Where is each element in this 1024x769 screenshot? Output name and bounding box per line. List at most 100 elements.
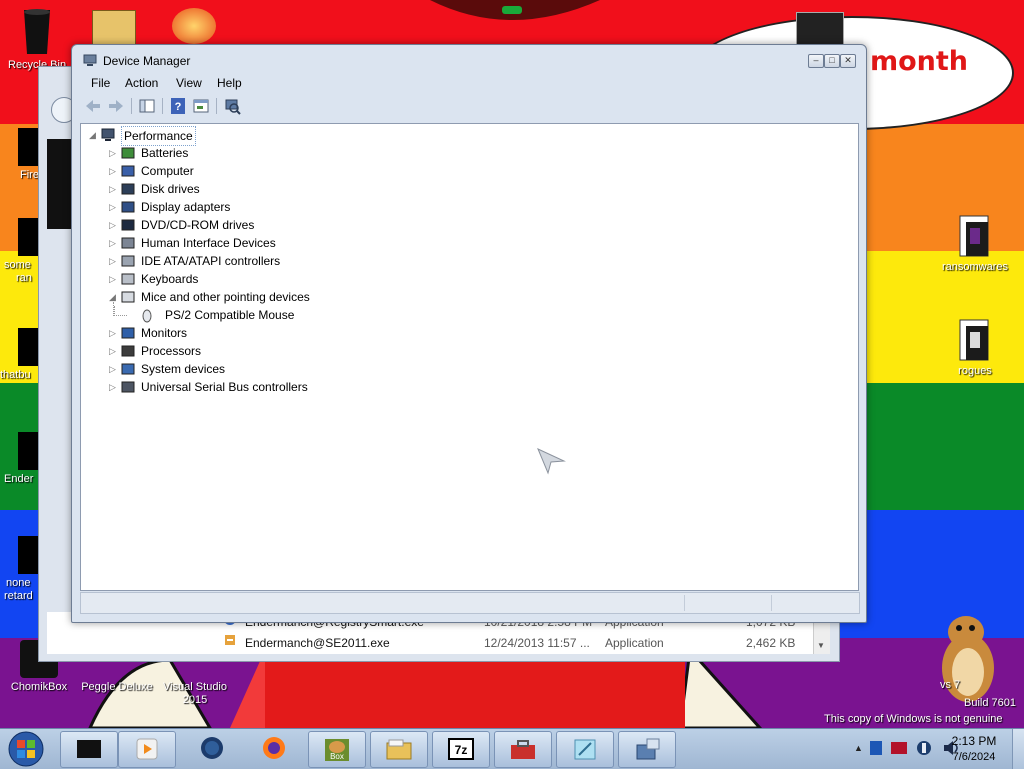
explorer-folder-icon — [386, 739, 412, 760]
watermark-not-genuine: This copy of Windows is not genuine — [824, 713, 1003, 725]
expand-arrow-icon[interactable]: ▷ — [109, 234, 119, 252]
menu-action[interactable]: Action — [125, 76, 158, 90]
application-icon — [225, 635, 235, 645]
menu-file[interactable]: File — [91, 76, 110, 90]
display-adapter-icon — [121, 201, 135, 213]
tree-category-label: Computer — [141, 164, 194, 178]
taskbar-app-globe[interactable] — [184, 731, 240, 766]
document-icon[interactable] — [796, 12, 844, 48]
tree-category-label: Disk drives — [141, 182, 200, 196]
taskbar-app-notepad[interactable] — [556, 731, 614, 768]
mouse-device-icon — [142, 309, 152, 323]
taskbar-app-7zip[interactable]: 7z — [432, 731, 490, 768]
scroll-down-icon[interactable]: ▼ — [817, 641, 825, 650]
device-manager-window[interactable]: Device Manager – □ ✕ File Action View He… — [71, 44, 867, 623]
expand-arrow-icon[interactable]: ▷ — [109, 252, 119, 270]
menu-view[interactable]: View — [176, 76, 202, 90]
network-icon[interactable] — [916, 739, 932, 757]
desktop-icon-rogues[interactable]: rogues — [934, 318, 1016, 378]
help-icon[interactable]: ? — [169, 97, 187, 115]
show-hidden-icons-icon[interactable]: ▲ — [854, 743, 863, 753]
chomikbox-icon: Box — [325, 739, 349, 761]
desktop-icon-label: Peggle Deluxe — [81, 681, 153, 693]
start-button[interactable] — [6, 731, 46, 767]
status-bar — [80, 592, 860, 614]
menu-bar: File Action View Help — [80, 73, 858, 93]
tree-category-label: Display adapters — [141, 200, 231, 214]
file-name: Endermanch@SE2011.exe — [245, 636, 390, 650]
minimize-button[interactable]: – — [808, 54, 824, 68]
expand-arrow-icon[interactable]: ▷ — [109, 144, 119, 162]
computer-root-icon — [101, 128, 115, 141]
clock-time[interactable]: 2:13 PM — [948, 734, 1000, 748]
tray-flag-icon[interactable] — [890, 741, 908, 755]
status-divider — [771, 595, 772, 611]
expand-arrow-icon[interactable]: ▷ — [109, 378, 119, 396]
tree-category-label: Universal Serial Bus controllers — [141, 380, 308, 394]
expand-arrow-icon[interactable]: ▷ — [109, 216, 119, 234]
taskbar-app-chomikbox[interactable]: Box — [308, 731, 366, 768]
speech-bubble-text: month — [870, 46, 969, 77]
taskbar-app-terminal[interactable] — [60, 731, 118, 768]
terminal-icon — [77, 740, 101, 758]
tree-connector — [114, 306, 127, 316]
tree-category-label: Keyboards — [141, 272, 199, 286]
mouse-pointer-icon — [537, 448, 566, 475]
show-desktop-button[interactable] — [1012, 729, 1024, 769]
close-button[interactable]: ✕ — [840, 54, 856, 68]
folder-icon[interactable] — [92, 10, 136, 46]
toolbar-separator — [216, 98, 217, 114]
properties-icon[interactable] — [192, 97, 210, 115]
file-date: 12/24/2013 11:57 ... — [484, 636, 590, 650]
network-installer-icon — [636, 738, 660, 760]
computer-icon — [121, 165, 135, 177]
globe-icon — [201, 737, 223, 759]
firefox-icon[interactable] — [172, 8, 216, 44]
menu-help[interactable]: Help — [217, 76, 242, 90]
expand-arrow-icon[interactable]: ▷ — [109, 324, 119, 342]
expand-arrow-icon[interactable]: ◢ — [89, 126, 99, 144]
taskbar-app-toolbox[interactable] — [494, 731, 552, 768]
media-player-icon — [136, 738, 158, 760]
tree-connector — [113, 302, 115, 316]
seven-zip-icon: 7z — [448, 738, 474, 760]
clock-date[interactable]: 7/6/2024 — [948, 751, 1000, 763]
status-divider — [684, 595, 685, 611]
desktop-icon-recycle-bin[interactable]: Recycle Bin — [0, 6, 74, 72]
expand-arrow-icon[interactable]: ▷ — [109, 270, 119, 288]
back-arrow-icon[interactable] — [84, 97, 102, 115]
expand-arrow-icon[interactable]: ▷ — [109, 162, 119, 180]
tree-category-label: Human Interface Devices — [141, 236, 276, 250]
file-row[interactable]: Endermanch@SE2011.exe 12/24/2013 11:57 .… — [223, 633, 795, 653]
tree-category-label: Monitors — [141, 326, 188, 340]
device-tree[interactable]: ◢ Performance ▷ Batteries ▷ Computer ▷ Disk d… — [80, 123, 859, 591]
tree-device-label: PS/2 Compatible Mouse — [165, 308, 295, 322]
device-manager-icon — [83, 54, 97, 66]
expand-arrow-icon[interactable]: ▷ — [109, 342, 119, 360]
desktop-icon-ransomwares[interactable]: ransomwares — [934, 214, 1016, 274]
expand-arrow-icon[interactable]: ▷ — [109, 198, 119, 216]
seven-zip-label: 7z — [455, 743, 468, 757]
forward-arrow-icon[interactable] — [107, 97, 125, 115]
taskbar-app-firefox[interactable] — [246, 731, 302, 766]
system-devices-icon — [121, 363, 135, 375]
taskbar-app-explorer[interactable] — [370, 731, 428, 768]
recycle-bin-icon — [24, 9, 50, 54]
maximize-button[interactable]: □ — [824, 54, 840, 68]
expand-arrow-icon[interactable]: ▷ — [109, 180, 119, 198]
expand-arrow-icon[interactable]: ▷ — [109, 360, 119, 378]
tree-category-label: Batteries — [141, 146, 189, 160]
desktop-icon-label: rogues — [958, 365, 992, 377]
taskbar-app-media-player[interactable] — [118, 731, 176, 768]
title-bar[interactable]: Device Manager – □ ✕ — [72, 45, 866, 73]
ide-controller-icon — [121, 255, 135, 267]
battery-icon — [121, 147, 135, 159]
desktop-icon-label: ChomikBox — [10, 681, 68, 693]
processor-icon — [121, 345, 135, 357]
hid-icon — [121, 237, 135, 249]
show-hide-tree-icon[interactable] — [138, 97, 156, 115]
taskbar-app-network-installer[interactable] — [618, 731, 676, 768]
tray-app-icon[interactable] — [868, 739, 884, 757]
tree-category-label: IDE ATA/ATAPI controllers — [141, 254, 281, 268]
scan-hardware-icon[interactable] — [223, 97, 241, 115]
